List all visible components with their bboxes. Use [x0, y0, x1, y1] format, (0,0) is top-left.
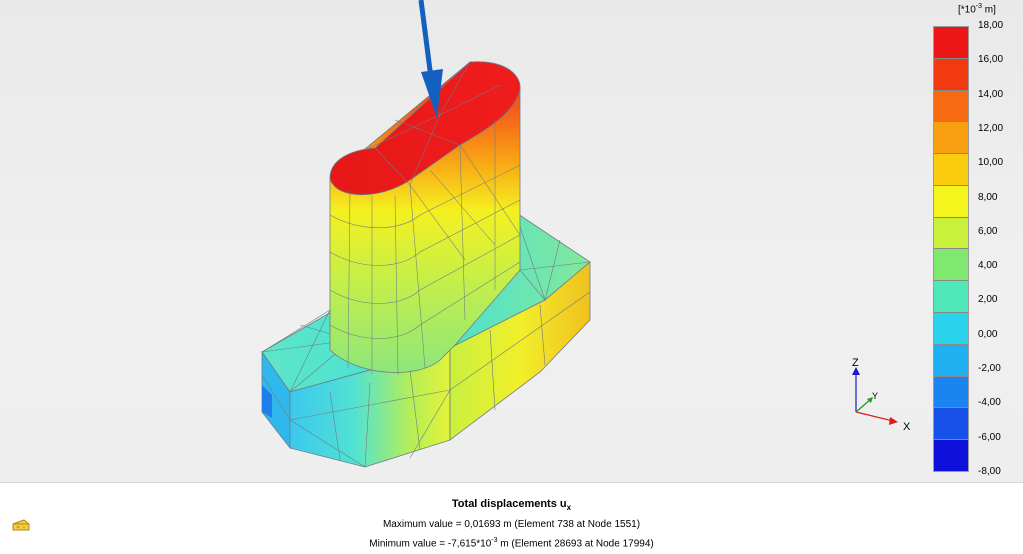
legend-tick-label: 14,00 — [978, 88, 1004, 100]
axis-y-label: Y — [872, 391, 878, 401]
legend-swatch — [934, 313, 968, 345]
legend-swatch — [934, 440, 968, 471]
legend-swatch — [934, 154, 968, 186]
legend-tick-label: -2,00 — [978, 363, 1001, 375]
legend-tick-label: 18,00 — [978, 20, 1004, 31]
legend-tick-label: 2,00 — [978, 294, 998, 306]
legend-swatch — [934, 249, 968, 282]
model-viewport[interactable]: [*10-3 m] 18,00 16,00 14,00 12,00 10,00 8,00 6… — [0, 0, 1023, 482]
axes-triad: Z Y X — [852, 357, 911, 433]
legend-tick-label: 8,00 — [978, 191, 998, 203]
legend-tick-label: -4,00 — [978, 397, 1001, 409]
model-3d-view[interactable] — [0, 0, 920, 482]
legend-unit-suffix: m] — [982, 4, 996, 16]
results-panel: Total displacements ux Maximum value = 0… — [0, 482, 1023, 554]
legend-swatch — [934, 344, 968, 377]
legend-swatch — [934, 90, 968, 123]
legend-swatch — [934, 185, 968, 218]
results-title-subscript: x — [566, 503, 572, 513]
legend-tick-label: 0,00 — [978, 328, 998, 340]
results-title: Total displacements ux — [0, 498, 1023, 512]
legend-color-bar — [933, 26, 969, 472]
legend-unit-prefix: [*10 — [958, 4, 976, 16]
minimum-value-suffix: m (Element 28693 at Node 17994) — [497, 538, 654, 550]
legend-swatch — [934, 58, 968, 91]
legend-swatch — [934, 217, 968, 250]
legend-swatch — [934, 408, 968, 441]
legend-tick-label: 10,00 — [978, 157, 1004, 169]
legend-swatch — [934, 122, 968, 155]
axis-x-label: X — [903, 421, 911, 433]
results-title-main: Total displacements u — [451, 498, 567, 510]
axis-z-label: Z — [852, 357, 859, 369]
legend-tick-label: 6,00 — [978, 225, 998, 237]
legend-tick-label: 16,00 — [978, 54, 1004, 66]
minimum-value-text: Minimum value = -7,615*10-3 m (Element 2… — [0, 537, 1023, 549]
minimum-value-prefix: Minimum value = -7,615*10 — [369, 538, 492, 550]
legend-tick-label: -6,00 — [978, 431, 1001, 443]
legend-swatch — [934, 376, 968, 409]
maximum-value-text: Maximum value = 0,01693 m (Element 738 a… — [382, 519, 641, 530]
legend-swatch — [934, 281, 968, 314]
legend-tick-label: -8,00 — [978, 466, 1001, 477]
legend-tick-labels: 18,00 16,00 14,00 12,00 10,00 8,00 6,00 4,00 2,0… — [978, 21, 1023, 477]
legend-unit-label: [*10-3 m] — [958, 3, 996, 15]
legend-tick-label: 4,00 — [978, 260, 998, 272]
legend-tick-label: 12,00 — [978, 122, 1004, 134]
legend-swatch — [934, 27, 968, 59]
